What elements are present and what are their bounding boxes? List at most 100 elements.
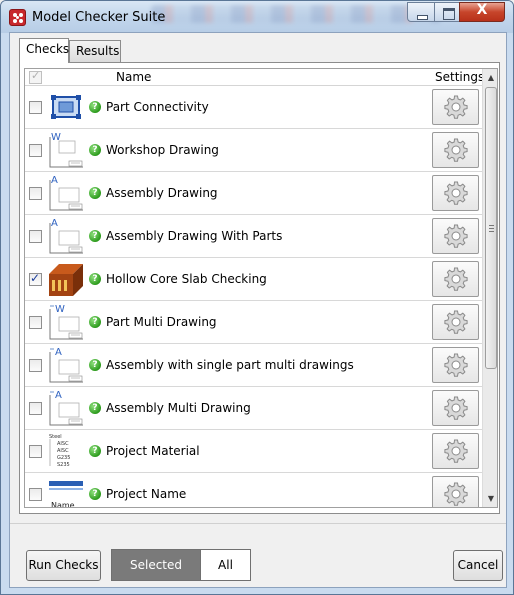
status-question-icon: ? <box>89 359 101 371</box>
status-question-icon: ? <box>89 101 101 113</box>
app-icon <box>9 9 26 26</box>
row-checkbox[interactable] <box>29 271 42 286</box>
close-icon: X <box>476 2 488 18</box>
status-question-icon: ? <box>89 488 101 500</box>
maximize-button[interactable] <box>434 2 460 22</box>
settings-button[interactable] <box>432 347 479 383</box>
check-row[interactable]: Steel AISC AISC G235 S235? Project Material <box>25 430 482 473</box>
scroll-down-icon[interactable]: ▼ <box>483 490 497 507</box>
part-multi-drawing-thumbnail: W <box>47 303 85 341</box>
assembly-multi-drawing-thumbnail: A <box>47 389 85 427</box>
check-row[interactable]: ? Hollow Core Slab Checking <box>25 258 482 301</box>
thumb-letter: A <box>51 218 58 229</box>
thumb-letter: A <box>51 175 58 186</box>
assembly-drawing-thumbnail: A <box>47 174 85 212</box>
status-question-icon: ? <box>89 230 101 242</box>
check-name: Project Name <box>106 487 187 501</box>
thumb-text-line: AISC <box>57 441 69 447</box>
settings-button[interactable] <box>432 433 479 469</box>
check-row[interactable]: W? Workshop Drawing <box>25 129 482 172</box>
check-row[interactable]: A? Assembly Multi Drawing <box>25 387 482 430</box>
grid-header: Name Settings <box>25 69 484 86</box>
check-name: Hollow Core Slab Checking <box>106 272 267 286</box>
row-checkbox[interactable] <box>29 187 42 200</box>
status-question-icon: ? <box>89 144 101 156</box>
check-name: Project Material <box>106 444 200 458</box>
check-row[interactable]: Name? Project Name <box>25 473 482 508</box>
check-name: Assembly Drawing <box>106 186 218 200</box>
footer-divider <box>10 523 506 524</box>
check-row[interactable]: A? Assembly Drawing With Parts <box>25 215 482 258</box>
row-checkbox[interactable] <box>29 101 42 114</box>
check-row[interactable]: ? Part Connectivity <box>25 86 482 129</box>
window-title: Model Checker Suite <box>32 10 166 25</box>
hollow-core-slab-thumbnail <box>47 260 85 298</box>
row-checkbox[interactable] <box>29 445 42 458</box>
check-name: Assembly Multi Drawing <box>106 401 251 415</box>
check-row[interactable]: W? Part Multi Drawing <box>25 301 482 344</box>
check-row[interactable]: A? Assembly with single part multi drawin… <box>25 344 482 387</box>
status-question-icon: ? <box>89 402 101 414</box>
all-option[interactable]: All <box>200 550 250 580</box>
thumb-letter: W <box>55 304 65 315</box>
column-header-name[interactable]: Name <box>116 70 151 84</box>
close-button[interactable]: X <box>459 2 505 22</box>
settings-button[interactable] <box>432 390 479 426</box>
settings-button[interactable] <box>432 218 479 254</box>
scroll-thumb[interactable] <box>485 87 497 369</box>
row-checkbox[interactable] <box>29 488 42 501</box>
checks-grid: Name Settings ? Part Connectivity W? Worksh… <box>24 68 498 508</box>
column-header-settings[interactable]: Settings <box>435 70 484 84</box>
cancel-button[interactable]: Cancel <box>453 550 503 581</box>
part-connectivity-thumbnail <box>47 88 85 126</box>
thumb-text-line: AISC <box>57 448 69 454</box>
check-name: Part Multi Drawing <box>106 315 217 329</box>
check-name: Assembly with single part multi drawings <box>106 358 354 372</box>
thumb-text-name: Name <box>51 501 75 508</box>
row-checkbox[interactable] <box>29 230 42 243</box>
thumb-text-line: G235 <box>57 455 70 461</box>
tab-results[interactable]: Results <box>69 40 121 62</box>
grip-icon <box>489 225 494 232</box>
thumb-text-line: Steel <box>49 434 62 440</box>
title-bar-background <box>151 5 441 23</box>
tab-checks[interactable]: Checks <box>19 38 69 63</box>
thumb-letter: A <box>55 390 62 401</box>
settings-button[interactable] <box>432 132 479 168</box>
assembly-drawing-parts-thumbnail: A <box>47 217 85 255</box>
row-checkbox[interactable] <box>29 144 42 157</box>
window-client: Checks Results Name Settings ? Part Conne… <box>9 32 507 588</box>
check-name: Assembly Drawing With Parts <box>106 229 283 243</box>
check-row[interactable]: A? Assembly Drawing <box>25 172 482 215</box>
thumb-letter: W <box>51 132 61 143</box>
project-material-thumbnail: Steel AISC AISC G235 S235 <box>47 432 85 470</box>
status-question-icon: ? <box>89 316 101 328</box>
settings-button[interactable] <box>432 476 479 507</box>
scroll-up-icon[interactable]: ▲ <box>483 69 497 86</box>
thumb-text-line: S235 <box>57 462 70 468</box>
row-checkbox[interactable] <box>29 359 42 372</box>
selected-option[interactable]: Selected <box>112 550 200 580</box>
status-question-icon: ? <box>89 445 101 457</box>
vertical-scrollbar[interactable]: ▲ ▼ <box>482 69 497 507</box>
run-checks-button[interactable]: Run Checks <box>26 550 101 581</box>
scope-toggle: Selected All <box>111 549 251 581</box>
row-checkbox[interactable] <box>29 402 42 415</box>
status-question-icon: ? <box>89 273 101 285</box>
settings-button[interactable] <box>432 261 479 297</box>
workshop-drawing-thumbnail: W <box>47 131 85 169</box>
app-window: Model Checker Suite X Checks Results Nam… <box>0 0 514 595</box>
settings-button[interactable] <box>432 175 479 211</box>
checks-panel: Name Settings ? Part Connectivity W? Worksh… <box>19 62 500 514</box>
settings-button[interactable] <box>432 89 479 125</box>
title-bar[interactable]: Model Checker Suite X <box>1 1 513 33</box>
thumb-letter: A <box>55 347 62 358</box>
project-name-thumbnail: Name <box>47 475 85 508</box>
assembly-single-multi-thumbnail: A <box>47 346 85 384</box>
select-all-checkbox[interactable] <box>29 69 42 84</box>
check-name: Part Connectivity <box>106 100 209 114</box>
row-checkbox[interactable] <box>29 316 42 329</box>
minimize-button[interactable] <box>407 2 435 22</box>
check-name: Workshop Drawing <box>106 143 219 157</box>
settings-button[interactable] <box>432 304 479 340</box>
